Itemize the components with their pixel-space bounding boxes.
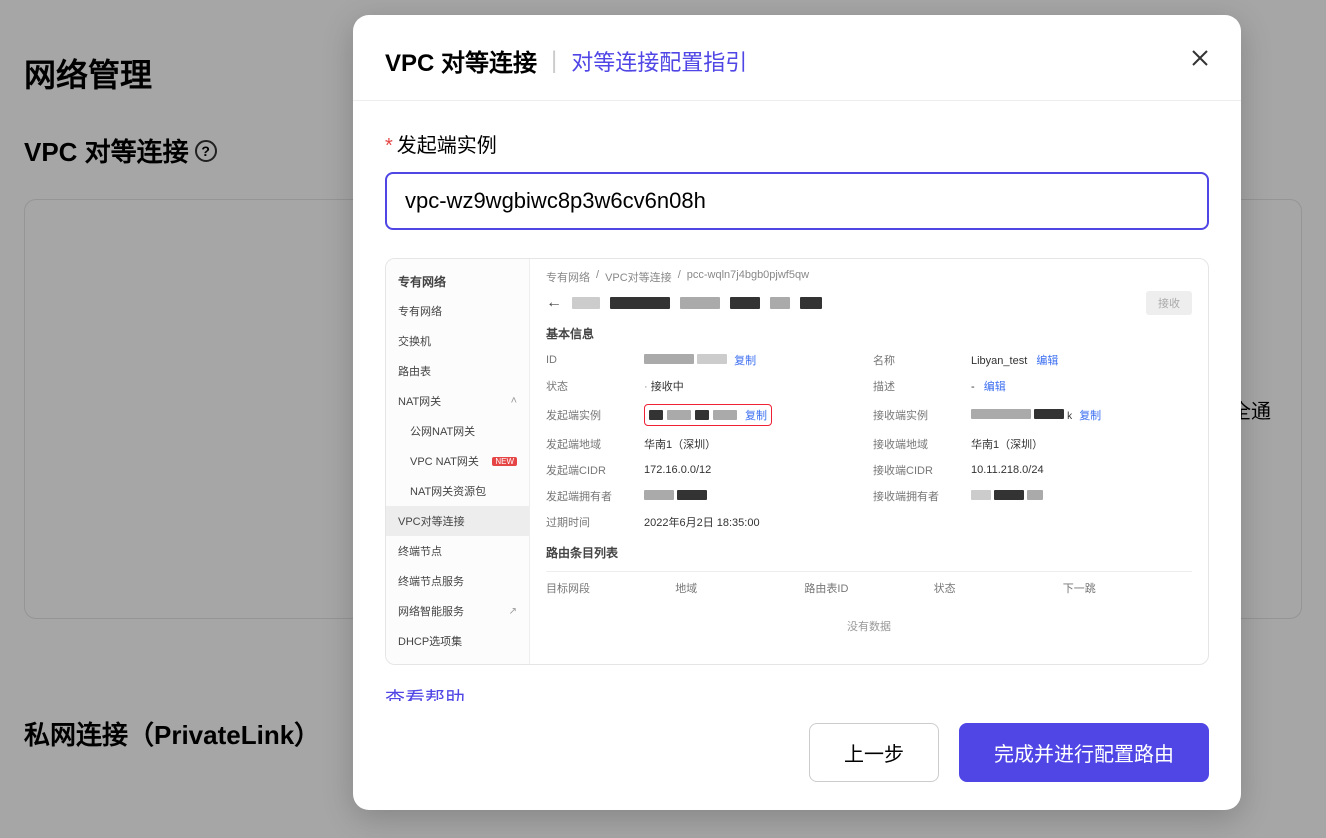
- route-table-empty: 没有数据: [546, 604, 1192, 648]
- redacted: [680, 297, 720, 309]
- lbl-dst-region: 接收端地域: [873, 436, 963, 452]
- back-arrow-icon[interactable]: ←: [546, 294, 562, 312]
- val-dst-inst: k 复制: [971, 407, 1192, 423]
- breadcrumb: 专有网络/ VPC对等连接/ pcc-wqln7j4bgb0pjwf5qw: [546, 269, 1192, 285]
- route-list-title: 路由条目列表: [546, 544, 1192, 561]
- external-link-icon: ↗: [509, 606, 517, 617]
- sidebar-item[interactable]: 网络智能服务↗: [386, 596, 529, 626]
- val-dst-owner: [971, 490, 1192, 503]
- redacted: [730, 297, 760, 309]
- redacted: [800, 297, 822, 309]
- breadcrumb-item[interactable]: VPC对等连接: [605, 269, 672, 285]
- sidebar-item[interactable]: DHCP选项集: [386, 626, 529, 656]
- lbl-expire: 过期时间: [546, 514, 636, 530]
- breadcrumb-item: pcc-wqln7j4bgb0pjwf5qw: [687, 269, 809, 285]
- embed-sidebar: 专有网络 专有网络交换机路由表NAT网关˄公网NAT网关VPC NAT网关NEW…: [386, 259, 530, 664]
- copy-link[interactable]: 复制: [745, 407, 767, 423]
- val-dst-cidr: 10.11.218.0/24: [971, 464, 1192, 476]
- route-table-header: 目标网段 地域 路由表ID 状态 下一跳: [546, 571, 1192, 604]
- val-id: 复制: [644, 352, 865, 368]
- copy-link[interactable]: 复制: [734, 355, 756, 367]
- modal-vpc-peering: VPC 对等连接 | 对等连接配置指引 *发起端实例 专有网络 专有网络交换机路…: [353, 15, 1241, 810]
- lbl-dst-owner: 接收端拥有者: [873, 488, 963, 504]
- prev-button[interactable]: 上一步: [809, 723, 939, 782]
- chevron-up-icon: ˄: [511, 395, 517, 407]
- submit-button[interactable]: 完成并进行配置路由: [959, 723, 1209, 782]
- lbl-dst-inst: 接收端实例: [873, 407, 963, 423]
- edit-link[interactable]: 编辑: [984, 381, 1006, 393]
- val-status: · 接收中: [644, 378, 865, 394]
- sidebar-item[interactable]: 终端节点: [386, 536, 529, 566]
- lbl-id: ID: [546, 354, 636, 366]
- help-link[interactable]: 查看帮助: [385, 665, 465, 701]
- source-instance-input[interactable]: [385, 172, 1209, 230]
- divider: |: [551, 47, 557, 75]
- accept-button[interactable]: 接收: [1146, 291, 1192, 315]
- val-expire: 2022年6月2日 18:35:00: [644, 514, 865, 530]
- basic-info-title: 基本信息: [546, 325, 1192, 342]
- highlighted-source-instance: 复制: [644, 404, 772, 426]
- field-label-source-instance: *发起端实例: [385, 129, 1209, 158]
- lbl-src-cidr: 发起端CIDR: [546, 462, 636, 478]
- lbl-dst-cidr: 接收端CIDR: [873, 462, 963, 478]
- sidebar-item[interactable]: VPC对等连接: [386, 506, 529, 536]
- val-src-cidr: 172.16.0.0/12: [644, 464, 865, 476]
- sidebar-item[interactable]: 专有网络: [386, 296, 529, 326]
- val-src-owner: [644, 490, 865, 503]
- val-desc: - 编辑: [971, 378, 1192, 394]
- breadcrumb-item[interactable]: 专有网络: [546, 269, 590, 285]
- modal-title: VPC 对等连接: [385, 43, 537, 78]
- redacted: [770, 297, 790, 309]
- sidebar-item[interactable]: 终端节点服务: [386, 566, 529, 596]
- guide-link[interactable]: 对等连接配置指引: [571, 45, 747, 77]
- lbl-desc: 描述: [873, 378, 963, 394]
- lbl-status: 状态: [546, 378, 636, 394]
- lbl-src-region: 发起端地域: [546, 436, 636, 452]
- val-dst-region: 华南1（深圳）: [971, 436, 1192, 452]
- copy-link[interactable]: 复制: [1079, 410, 1101, 422]
- sidebar-title: 专有网络: [386, 267, 529, 296]
- sidebar-item[interactable]: 交换机: [386, 326, 529, 356]
- redacted: [610, 297, 670, 309]
- lbl-src-owner: 发起端拥有者: [546, 488, 636, 504]
- sidebar-item[interactable]: 公网NAT网关: [386, 416, 529, 446]
- sidebar-item[interactable]: VPC NAT网关NEW: [386, 446, 529, 476]
- val-src-inst: 复制: [644, 404, 865, 426]
- sidebar-item[interactable]: NAT网关˄: [386, 386, 529, 416]
- val-name: Libyan_test 编辑: [971, 352, 1192, 368]
- close-icon: [1191, 49, 1209, 67]
- lbl-name: 名称: [873, 352, 963, 368]
- lbl-src-inst: 发起端实例: [546, 407, 636, 423]
- val-src-region: 华南1（深圳）: [644, 436, 865, 452]
- sidebar-item[interactable]: 路由表: [386, 356, 529, 386]
- close-button[interactable]: [1191, 49, 1209, 73]
- edit-link[interactable]: 编辑: [1036, 355, 1058, 367]
- sidebar-item[interactable]: NAT网关资源包: [386, 476, 529, 506]
- console-screenshot: 专有网络 专有网络交换机路由表NAT网关˄公网NAT网关VPC NAT网关NEW…: [385, 258, 1209, 665]
- redacted: [572, 297, 600, 309]
